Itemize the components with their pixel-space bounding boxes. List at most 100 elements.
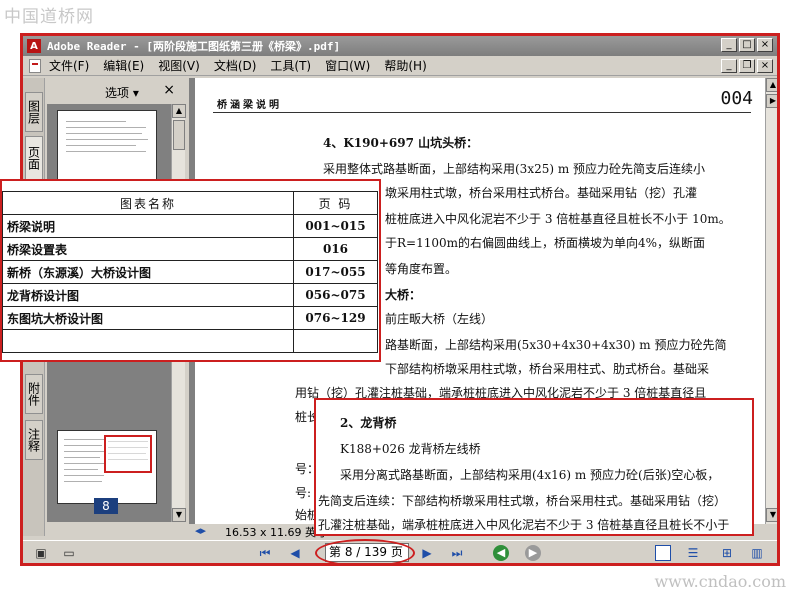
- table-row: 新桥（东源溪）大桥设计图 017~055: [2, 260, 378, 284]
- toc-row-name: 龙背桥设计图: [2, 283, 294, 307]
- excerpt-heading: 2、龙背桥: [340, 416, 397, 430]
- paragraph-line: 下部结构桥墩采用柱式墩，桥台采用柱式、肋式桥台。基础采: [385, 362, 710, 376]
- document-icon[interactable]: [29, 58, 41, 73]
- toc-header-name: 图表名称: [2, 191, 294, 215]
- status-bar: ▣ ▭ ⏮ ◀ 第 8 / 139 页 ▶ ⏭ ◀ ▶ ☰ ⊞ ▥: [23, 539, 777, 563]
- table-row: 东图坑大桥设计图 076~129: [2, 306, 378, 330]
- split-view-icon[interactable]: ◂▸: [195, 524, 206, 537]
- page-thumbnail[interactable]: [57, 110, 157, 186]
- toc-row-name: 东图坑大桥设计图: [2, 306, 294, 330]
- paragraph-line: 采用整体式路基断面，上部结构采用(3x25) m 预应力砼先简支后连续小: [323, 162, 706, 176]
- menu-document[interactable]: 文档(D): [214, 57, 257, 74]
- paragraph-line: 前庄畈大桥（左线）: [385, 312, 494, 326]
- go-back-icon[interactable]: ◀: [493, 545, 509, 561]
- paragraph-line: 等角度布置。: [385, 262, 458, 276]
- continuous-facing-view-icon[interactable]: ▥: [749, 545, 765, 561]
- first-page-icon[interactable]: ⏮: [257, 545, 273, 561]
- toc-row-range: 076~129: [293, 306, 378, 330]
- site-logo-watermark: 中国道桥网: [4, 7, 94, 27]
- page-thumbnail-current[interactable]: [57, 430, 157, 504]
- tab-comments[interactable]: 注释: [25, 420, 43, 460]
- menu-view[interactable]: 视图(V): [158, 57, 200, 74]
- paragraph-line: 桩桩底进入中风化泥岩不少于 3 倍桩基直径且桩长不小于 10m。: [385, 212, 731, 226]
- paragraph-line: 于R=1100m的右偏圆曲线上，桥面横坡为单向4%，纵断面: [385, 236, 706, 250]
- tab-layers[interactable]: 图层: [25, 92, 43, 132]
- toc-header-row: 图表名称 页 码: [2, 191, 378, 215]
- toc-row-range: 056~075: [293, 283, 378, 307]
- section-heading: 大桥：: [385, 288, 422, 302]
- toc-row-range: [293, 329, 378, 353]
- doc-scroll-down-arrow-icon[interactable]: ▼: [766, 508, 777, 522]
- monitor-icon[interactable]: ▣: [33, 545, 49, 561]
- window-close-button[interactable]: ×: [757, 38, 773, 52]
- page-number-highlight: [315, 539, 415, 563]
- toc-row-range: 001~015: [293, 214, 378, 238]
- document-scrollbar[interactable]: ▲ ▶ ▼: [765, 78, 777, 524]
- doc-minimize-button[interactable]: _: [721, 59, 737, 73]
- nav-pane-close-icon[interactable]: ×: [163, 82, 175, 98]
- excerpt-line: 先简支后连续：下部结构桥墩采用柱式墩，桥台采用柱式。基础采用钻（挖）: [318, 494, 727, 508]
- window-restore-button[interactable]: □: [739, 38, 755, 52]
- last-page-icon[interactable]: ⏭: [449, 545, 465, 561]
- next-page-icon[interactable]: ▶: [419, 545, 435, 561]
- doc-scroll-right-arrow-icon[interactable]: ▶: [766, 94, 777, 108]
- toc-zoom-overlay: 图表名称 页 码 桥梁说明 001~015 桥梁设置表 016 新桥（东源溪）大…: [0, 179, 381, 362]
- screenshot-stage: 中国道桥网 A Adobe Reader - [两阶段施工图纸第三册《桥梁》.p…: [0, 0, 800, 600]
- table-row: 龙背桥设计图 056~075: [2, 283, 378, 307]
- paragraph-line: 墩采用柱式墩，桥台采用柱式桥台。基础采用钻（挖）孔灌: [385, 186, 698, 200]
- table-row: 桥梁设置表 016: [2, 237, 378, 261]
- header-rule: [213, 112, 751, 113]
- document-controls: _ ❐ ×: [721, 59, 773, 73]
- nav-pane-header: 选项 ▾ ×: [47, 78, 183, 102]
- facing-view-icon[interactable]: ⊞: [719, 545, 735, 561]
- current-page-badge: 8: [94, 498, 118, 514]
- toc-row-name: 桥梁说明: [2, 214, 294, 238]
- window-minimize-button[interactable]: _: [721, 38, 737, 52]
- page-header-title: 桥涵梁说明: [217, 100, 282, 111]
- continuous-view-icon[interactable]: ☰: [685, 545, 701, 561]
- scroll-down-arrow-icon[interactable]: ▼: [172, 508, 186, 522]
- toc-row-name: [2, 329, 294, 353]
- toc-row-range: 016: [293, 237, 378, 261]
- doc-restore-button[interactable]: ❐: [739, 59, 755, 73]
- site-url-watermark: www.cndao.com: [654, 572, 786, 591]
- menu-bar: 文件(F) 编辑(E) 视图(V) 文档(D) 工具(T) 窗口(W) 帮助(H…: [23, 56, 777, 76]
- toc-row-range: 017~055: [293, 260, 378, 284]
- window-title: Adobe Reader - [两阶段施工图纸第三册《桥梁》.pdf]: [47, 40, 341, 53]
- toc-row-name: 桥梁设置表: [2, 237, 294, 261]
- section-heading: 4、K190+697 山坑头桥：: [323, 136, 479, 150]
- doc-scroll-up-arrow-icon[interactable]: ▲: [766, 78, 777, 92]
- table-row: 桥梁说明 001~015: [2, 214, 378, 238]
- adobe-app-icon: A: [27, 39, 41, 53]
- options-menu-button[interactable]: 选项 ▾: [105, 84, 139, 101]
- menu-window[interactable]: 窗口(W): [325, 57, 370, 74]
- menu-tools[interactable]: 工具(T): [270, 57, 311, 74]
- window-titlebar[interactable]: A Adobe Reader - [两阶段施工图纸第三册《桥梁》.pdf] _ …: [23, 36, 777, 56]
- menu-file[interactable]: 文件(F): [49, 57, 89, 74]
- menu-edit[interactable]: 编辑(E): [103, 57, 144, 74]
- toc-row-name: 新桥（东源溪）大桥设计图: [2, 260, 294, 284]
- paragraph-line: 号:: [295, 486, 312, 500]
- scroll-up-arrow-icon[interactable]: ▲: [172, 104, 186, 118]
- menu-help[interactable]: 帮助(H): [384, 57, 426, 74]
- thumbnail-view-box[interactable]: [104, 435, 152, 473]
- doc-close-button[interactable]: ×: [757, 59, 773, 73]
- toc-header-pages: 页 码: [293, 191, 378, 215]
- excerpt-zoom-overlay: 2、龙背桥 K188+026 龙背桥左线桥 采用分离式路基断面，上部结构采用(4…: [314, 398, 754, 536]
- page-number-label: 004: [720, 88, 753, 109]
- tab-pages[interactable]: 页面: [25, 136, 43, 180]
- toc-table: 图表名称 页 码 桥梁说明 001~015 桥梁设置表 016 新桥（东源溪）大…: [2, 191, 378, 353]
- paragraph-line: 路基断面，上部结构采用(5x30+4x30+4x30) m 预应力砼先简: [385, 338, 727, 352]
- tab-attachments[interactable]: 附件: [25, 374, 43, 414]
- scroll-thumb[interactable]: [173, 120, 185, 150]
- excerpt-line: K188+026 龙背桥左线桥: [340, 442, 481, 456]
- single-page-view-icon[interactable]: [655, 545, 671, 561]
- page-icon[interactable]: ▭: [61, 545, 77, 561]
- window-controls: _ □ ×: [721, 38, 773, 52]
- table-row: [2, 329, 378, 353]
- previous-page-icon[interactable]: ◀: [287, 545, 303, 561]
- go-forward-icon[interactable]: ▶: [525, 545, 541, 561]
- excerpt-line: 孔灌注桩基础，端承桩桩底进入中风化泥岩不少于 3 倍桩基直径且桩长不小于: [318, 518, 730, 532]
- excerpt-line: 采用分离式路基断面，上部结构采用(4x16) m 预应力砼(后张)空心板，: [340, 468, 720, 482]
- page-size-label: 16.53 x 11.69 英寸: [225, 526, 327, 539]
